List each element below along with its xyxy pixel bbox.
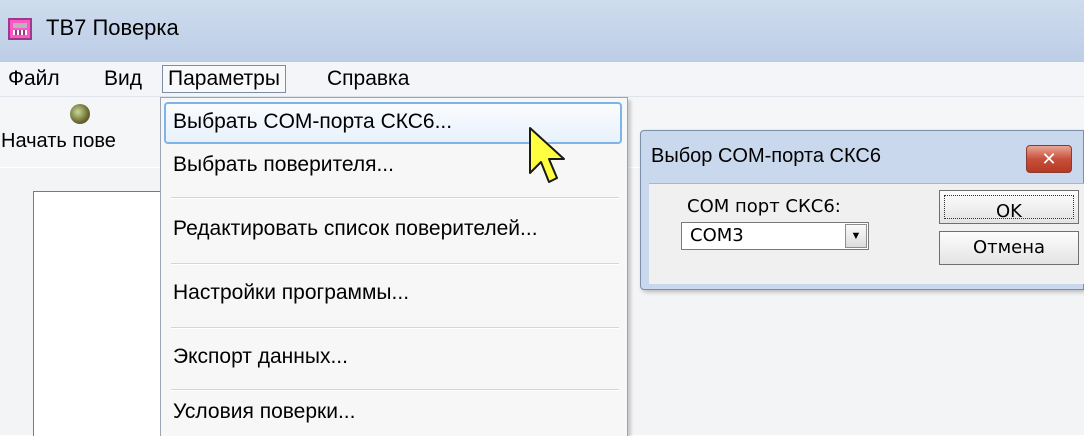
menu-separator <box>171 263 619 265</box>
menu-item-label: Настройки программы... <box>173 281 410 304</box>
menu-parameters[interactable]: Параметры <box>162 65 286 93</box>
menu-item-label: Редактировать список поверителей... <box>173 217 538 240</box>
menu-separator <box>171 327 619 329</box>
com-port-select[interactable]: COM3 ▼ <box>681 222 869 250</box>
menu-help[interactable]: Справка <box>322 65 414 93</box>
focus-rectangle: OK <box>944 195 1074 222</box>
start-verification-icon[interactable] <box>70 104 90 124</box>
menu-view[interactable]: Вид <box>99 65 147 93</box>
chevron-down-icon[interactable]: ▼ <box>845 224 867 248</box>
com-port-value: COM3 <box>690 225 744 246</box>
close-button[interactable]: ✕ <box>1026 145 1072 173</box>
app-icon <box>8 18 32 40</box>
com-port-label: COM порт СКС6: <box>687 196 841 217</box>
menu-bar: Файл Вид Параметры Справка <box>0 62 1084 97</box>
window-title: ТВ7 Поверка <box>46 15 179 40</box>
menu-item-export-data[interactable]: Экспорт данных... <box>173 337 618 377</box>
menu-item-label: Выбрать COM-порта СКС6... <box>173 110 453 133</box>
mouse-pointer-icon <box>529 127 565 183</box>
menu-separator <box>171 389 619 391</box>
menu-item-verification-conditions[interactable]: Условия поверки... <box>173 392 618 432</box>
dialog-body: COM порт СКС6: COM3 ▼ OK Отмена <box>649 183 1084 284</box>
dialog-title: Выбор COM-порта СКС6 <box>651 145 881 167</box>
window-titlebar: ТВ7 Поверка <box>0 0 1084 62</box>
cancel-button[interactable]: Отмена <box>939 231 1079 265</box>
menu-item-label: Выбрать поверителя... <box>173 153 394 176</box>
menu-item-label: Условия поверки... <box>173 400 356 423</box>
ok-button[interactable]: OK <box>939 190 1079 224</box>
menu-item-program-settings[interactable]: Настройки программы... <box>173 273 618 313</box>
close-icon: ✕ <box>1041 149 1057 169</box>
menu-separator <box>171 197 619 199</box>
menu-file[interactable]: Файл <box>3 65 65 93</box>
ok-button-label: OK <box>996 201 1022 222</box>
start-verification-button[interactable]: Начать пове <box>1 130 116 153</box>
menu-item-edit-verifiers[interactable]: Редактировать список поверителей... <box>173 209 618 249</box>
menu-item-label: Экспорт данных... <box>173 345 348 368</box>
cancel-button-label: Отмена <box>972 237 1046 258</box>
com-port-dialog: Выбор COM-порта СКС6 ✕ COM порт СКС6: CO… <box>640 130 1084 290</box>
